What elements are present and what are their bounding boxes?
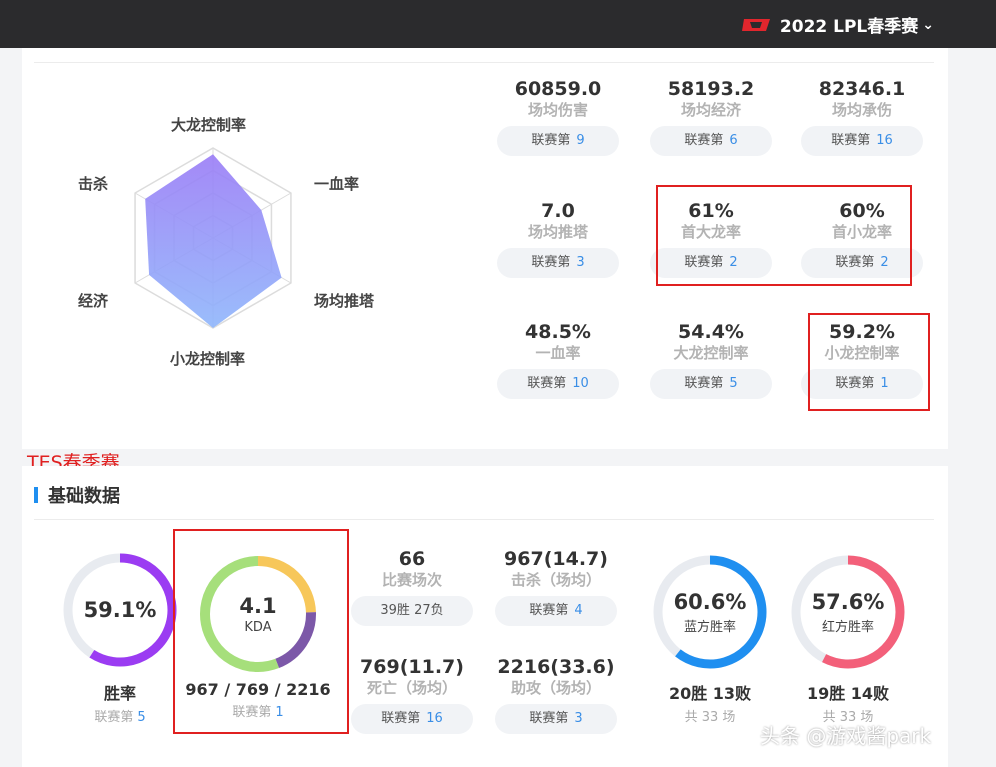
winrate-caption: 胜率 联赛第 5	[62, 680, 178, 725]
rank-pill: 联赛第 16	[351, 704, 473, 734]
winrate-label: 胜率	[103, 684, 136, 703]
stat-label: 大龙控制率	[673, 344, 749, 362]
team-stat-card: 54.4% 大龙控制率联赛第 5	[649, 321, 773, 399]
radar-axis-label: 大龙控制率	[171, 116, 247, 134]
stat-label: 场均推塔	[527, 223, 588, 241]
stat-label: 死亡（场均）	[366, 679, 457, 697]
stat-value: 54.4%	[678, 321, 744, 343]
rank-number: 6	[729, 133, 738, 148]
rank-pill: 联赛第 4	[495, 596, 617, 626]
radar-axis-label: 击杀	[78, 175, 109, 193]
rank-prefix: 联赛第	[94, 710, 134, 725]
winrate-value: 59.1%	[83, 598, 157, 622]
rank-prefix: 联赛第	[531, 133, 571, 148]
stat-value: 769(11.7)	[360, 656, 464, 678]
rank-prefix: 联赛第	[684, 376, 724, 391]
rank-number: 3	[574, 711, 583, 726]
rank-pill: 联赛第 9	[497, 126, 619, 156]
stat-label: 比赛场次	[381, 571, 442, 589]
blue-winrate-value: 60.6%	[673, 589, 747, 614]
stat-value: 60859.0	[514, 78, 602, 100]
stat-value: 2216(33.6)	[497, 656, 615, 678]
radar-value-area	[145, 154, 282, 328]
top-bar: 2022 LPL春季赛 ⌄	[0, 0, 996, 48]
title-accent-bar	[34, 487, 38, 503]
rank-number: 4	[574, 603, 583, 618]
stat-value: 58193.2	[667, 78, 755, 100]
blue-record: 20胜 13败	[668, 684, 752, 703]
radar-axis-label: 小龙控制率	[170, 350, 246, 368]
section-title-text: 基础数据	[48, 486, 120, 507]
stat-label: 场均承伤	[831, 101, 892, 119]
rank-pill: 联赛第 3	[497, 248, 619, 278]
red-winrate-label: 红方胜率	[821, 619, 874, 635]
red-record: 19胜 14败	[806, 684, 890, 703]
assists-stat: 2216(33.6) 助攻（场均） 联赛第 3	[494, 656, 618, 734]
matches-stat: 66 比赛场次 39胜 27负	[350, 548, 474, 626]
blue-total: 共 33 场	[684, 710, 736, 725]
divider	[34, 519, 934, 520]
deaths-stat: 769(11.7) 死亡（场均） 联赛第 16	[350, 656, 474, 734]
red-side-caption: 19胜 14败 共 33 场	[780, 680, 916, 725]
rank-number: 5	[729, 376, 738, 391]
rank-number: 5	[137, 710, 146, 725]
highlight-box-kda	[173, 529, 349, 734]
red-side-ring: 57.6% 红方胜率	[790, 554, 906, 670]
stat-value: 66	[398, 548, 426, 570]
radar-axis-label: 场均推塔	[314, 292, 375, 310]
stat-label: 助攻（场均）	[510, 679, 601, 697]
rank-number: 16	[876, 133, 893, 148]
rank-number: 3	[576, 255, 585, 270]
stat-label: 一血率	[535, 344, 581, 362]
blue-side-ring: 60.6% 蓝方胜率	[652, 554, 768, 670]
team-stat-card: 48.5% 一血率联赛第 10	[496, 321, 620, 399]
watermark: 头条 @游戏酱park	[760, 724, 932, 748]
rank-pill: 联赛第 5	[650, 369, 772, 399]
blue-winrate-label: 蓝方胜率	[683, 619, 736, 635]
season-selector[interactable]: 2022 LPL春季赛 ⌄	[741, 12, 934, 37]
kills-stat: 967(14.7) 击杀（场均） 联赛第 4	[494, 548, 618, 626]
rank-number: 9	[576, 133, 585, 148]
rank-prefix: 联赛第	[531, 255, 571, 270]
radar-axis-label: 经济	[78, 292, 109, 310]
rank-pill: 联赛第 10	[497, 369, 619, 399]
stat-value: 48.5%	[525, 321, 591, 343]
team-stat-card: 7.0 场均推塔联赛第 3	[496, 200, 620, 278]
radar-chart	[134, 147, 292, 329]
team-stat-card: 58193.2 场均经济联赛第 6	[649, 78, 773, 156]
rank-number: 10	[572, 376, 589, 391]
win-loss-pill: 39胜 27负	[351, 596, 473, 626]
rank-number: 16	[426, 711, 443, 726]
stat-label: 场均伤害	[527, 101, 588, 119]
stat-label: 场均经济	[680, 101, 741, 119]
stat-value: 7.0	[541, 200, 575, 222]
radar-axis-label: 一血率	[314, 175, 360, 193]
rank-prefix: 联赛第	[684, 133, 724, 148]
rank-prefix: 联赛第	[529, 603, 569, 618]
rank-prefix: 联赛第	[529, 711, 569, 726]
highlight-box-dragon-control	[808, 313, 930, 411]
season-label: 2022 LPL春季赛	[779, 17, 919, 37]
highlight-box-first-dragons	[656, 185, 912, 286]
rank-pill: 联赛第 16	[801, 126, 923, 156]
rank-prefix: 联赛第	[831, 133, 871, 148]
rank-prefix: 联赛第	[527, 376, 567, 391]
section-title: 基础数据	[34, 482, 120, 508]
lpl-logo-icon	[741, 18, 770, 31]
rank-prefix: 联赛第	[381, 711, 421, 726]
chevron-down-icon: ⌄	[922, 16, 934, 33]
team-stat-card: 60859.0 场均伤害联赛第 9	[496, 78, 620, 156]
blue-side-caption: 20胜 13败 共 33 场	[642, 680, 778, 725]
stat-value: 967(14.7)	[504, 548, 608, 570]
rank-pill: 联赛第 6	[650, 126, 772, 156]
team-stat-card: 82346.1 场均承伤联赛第 16	[800, 78, 924, 156]
rank-pill: 联赛第 3	[495, 704, 617, 734]
stat-label: 击杀（场均）	[510, 571, 601, 589]
winrate-ring: 59.1%	[62, 552, 178, 668]
stat-value: 82346.1	[818, 78, 906, 100]
red-winrate-value: 57.6%	[811, 589, 885, 614]
